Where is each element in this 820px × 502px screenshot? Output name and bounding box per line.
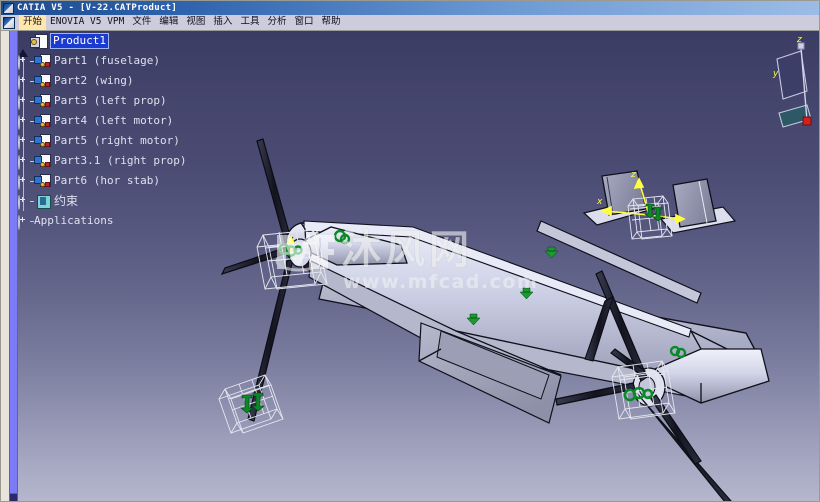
specification-tree: Product1 Part1 (fuselage) Part2 (wing) P… xyxy=(18,31,233,231)
menu-bar: 开始 ENOVIA V5 VPM 文件 编辑 视图 插入 工具 分析 窗口 帮助 xyxy=(1,15,819,31)
tree-node-label: Part1 (fuselage) xyxy=(54,54,160,67)
catia-logo-icon xyxy=(3,2,14,14)
scrollbar-down-button[interactable] xyxy=(9,493,18,501)
part-icon xyxy=(34,93,52,109)
menu-item-view[interactable]: 视图 xyxy=(182,15,209,30)
tree-node-label: 约束 xyxy=(54,194,79,208)
axis-system-wireframe-lower-left xyxy=(218,374,284,434)
tree-node-label: Part3.1 (right prop) xyxy=(54,154,187,167)
svg-text:x: x xyxy=(596,197,603,207)
tree-node-part6[interactable]: Part6 (hor stab) xyxy=(18,171,233,191)
svg-text:z: z xyxy=(630,170,636,180)
menu-item-window[interactable]: 窗口 xyxy=(290,15,317,30)
tree-node-part3-1[interactable]: Part3.1 (right prop) xyxy=(18,151,233,171)
tree-node-label: Part5 (right motor) xyxy=(54,134,180,147)
tree-vertical-scrollbar[interactable] xyxy=(9,31,18,501)
part-icon xyxy=(34,53,52,69)
part-icon xyxy=(34,73,52,89)
expand-plus-icon[interactable] xyxy=(18,74,29,90)
menu-item-analyze[interactable]: 分析 xyxy=(263,15,290,30)
tree-node-label: Part2 (wing) xyxy=(54,74,134,87)
tree-node-part2[interactable]: Part2 (wing) xyxy=(18,71,233,91)
tree-node-label: Applications xyxy=(34,214,114,227)
menu-item-file[interactable]: 文件 xyxy=(128,15,155,30)
catia-logo-icon xyxy=(3,16,15,29)
window-title: CATIA V5 - [V-22.CATProduct] xyxy=(17,3,178,13)
expand-plus-icon[interactable] xyxy=(18,54,29,70)
tree-node-label: Product1 xyxy=(50,33,109,49)
part-icon xyxy=(34,133,52,149)
expand-plus-icon[interactable] xyxy=(18,114,29,130)
tree-node-part4[interactable]: Part4 (left motor) xyxy=(18,111,233,131)
menu-item-enovia[interactable]: ENOVIA V5 VPM xyxy=(46,15,128,30)
menu-item-start[interactable]: 开始 xyxy=(19,15,47,30)
expand-plus-icon[interactable] xyxy=(18,214,29,230)
product-icon xyxy=(30,33,48,49)
menu-item-insert[interactable]: 插入 xyxy=(209,15,236,30)
axis-label-y: y xyxy=(773,69,779,79)
tree-node-part3[interactable]: Part3 (left prop) xyxy=(18,91,233,111)
axis-label-z: z xyxy=(797,35,802,45)
tree-node-applications[interactable]: Applications xyxy=(18,211,233,231)
catia-application-window: CATIA V5 - [V-22.CATProduct] 开始 ENOVIA V… xyxy=(0,0,820,502)
menu-item-edit[interactable]: 编辑 xyxy=(155,15,182,30)
expand-plus-icon[interactable] xyxy=(18,154,29,170)
title-bar: CATIA V5 - [V-22.CATProduct] xyxy=(1,1,819,15)
tree-node-label: Part6 (hor stab) xyxy=(54,174,160,187)
part-icon xyxy=(34,153,52,169)
expand-plus-icon[interactable] xyxy=(18,194,29,210)
expand-plus-icon[interactable] xyxy=(18,134,29,150)
compass-axis-indicator[interactable]: z y xyxy=(757,33,815,141)
tree-node-part5[interactable]: Part5 (right motor) xyxy=(18,131,233,151)
menu-item-help[interactable]: 帮助 xyxy=(317,15,344,30)
collapse-triangle-icon[interactable] xyxy=(18,35,29,57)
expand-plus-icon[interactable] xyxy=(18,174,29,190)
part-icon xyxy=(34,173,52,189)
tree-node-part1[interactable]: Part1 (fuselage) xyxy=(18,51,233,71)
expand-plus-icon[interactable] xyxy=(18,94,29,110)
3d-viewport[interactable]: z x 沐风网 www.mfcad.com z y Product1 Part1… xyxy=(1,31,819,501)
tree-node-product1[interactable]: Product1 xyxy=(18,31,233,57)
menu-item-tools[interactable]: 工具 xyxy=(236,15,263,30)
constraint-arrow-wing-c xyxy=(544,246,559,259)
part-icon xyxy=(34,113,52,129)
scrollbar-gutter xyxy=(1,31,9,501)
tree-node-label: Part4 (left motor) xyxy=(54,114,174,127)
tree-node-constraints[interactable]: 约束 xyxy=(18,191,233,211)
constraint-icon xyxy=(34,194,52,209)
tree-node-label: Part3 (left prop) xyxy=(54,94,167,107)
